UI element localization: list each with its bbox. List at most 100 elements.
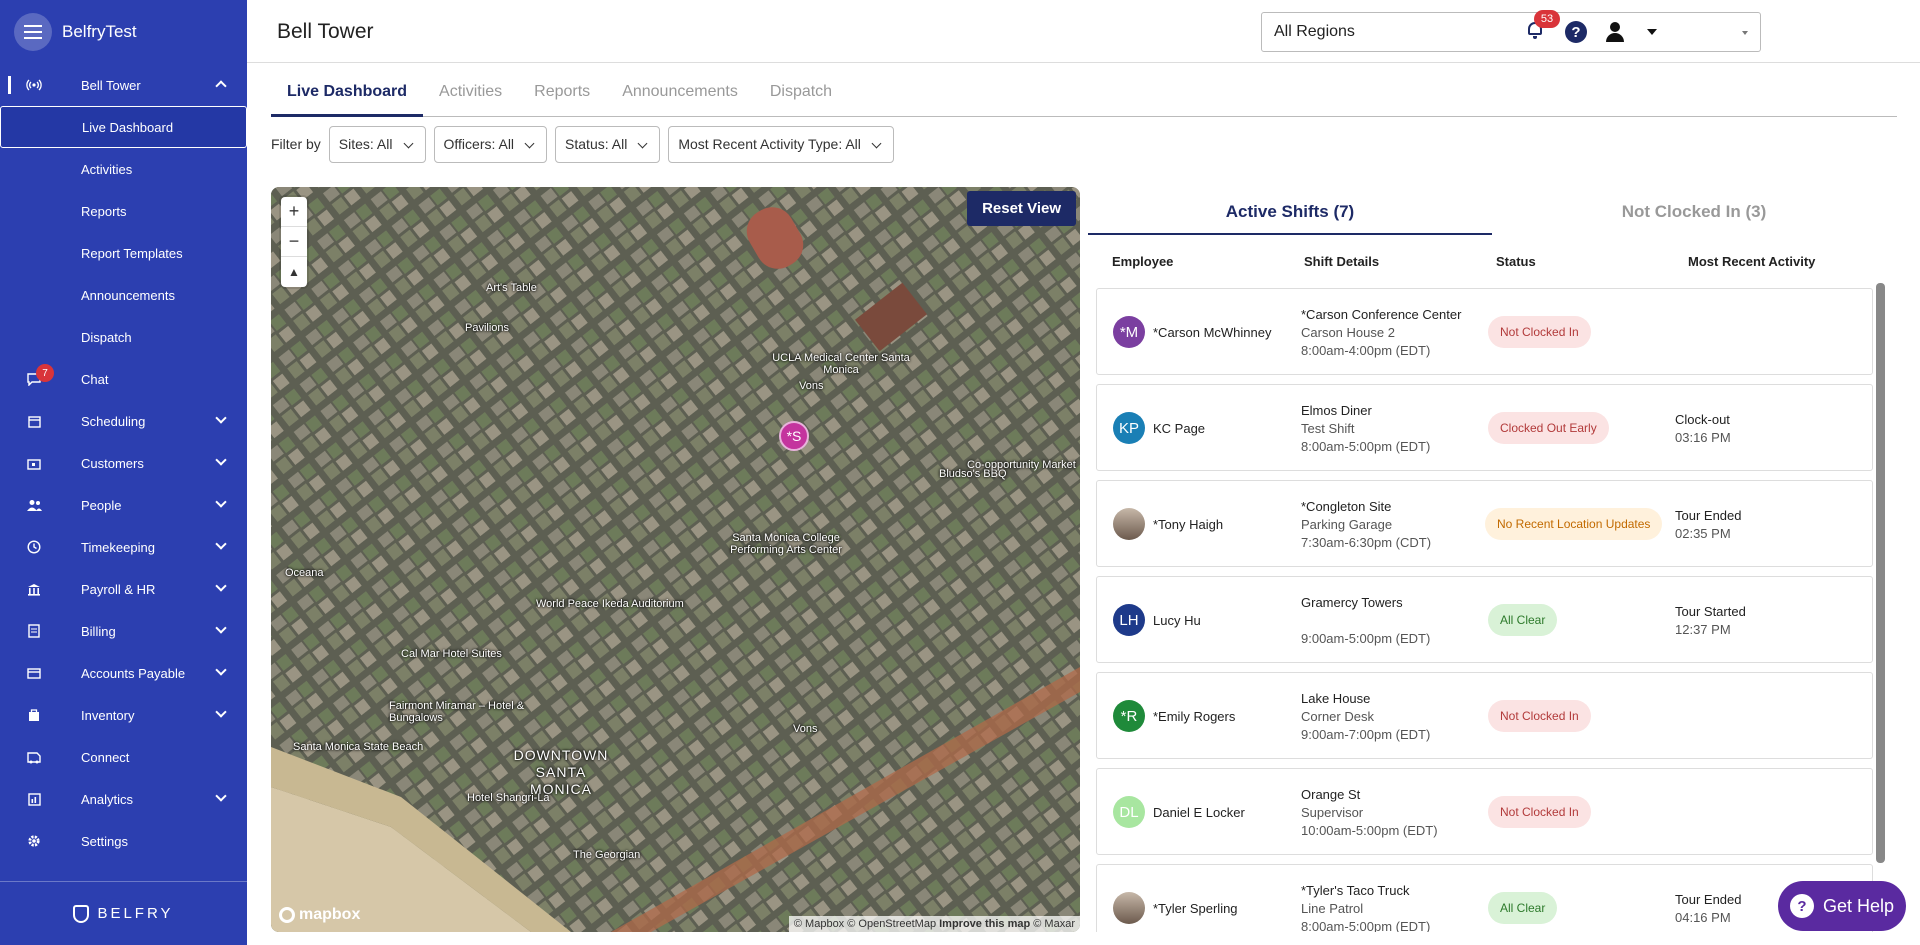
sidebar-subitem-live-dashboard[interactable]: Live Dashboard	[0, 106, 247, 148]
sidebar-item-connect[interactable]: Connect	[0, 736, 247, 778]
sidebar-item-payroll-hr[interactable]: Payroll & HR	[0, 568, 247, 610]
sidebar-item-timekeeping[interactable]: Timekeeping	[0, 526, 247, 568]
sidebar-item-people[interactable]: People	[0, 484, 247, 526]
filter-bar: Filter by Sites: All Officers: All Statu…	[271, 125, 902, 163]
sidebar-item-customers[interactable]: Customers	[0, 442, 247, 484]
map-label: Co-opportunity Market	[967, 459, 1076, 471]
chevron-down-icon	[215, 538, 227, 550]
tab-reports[interactable]: Reports	[518, 75, 606, 117]
officers-filter[interactable]: Officers: All	[433, 125, 548, 163]
activity-type: Clock-out	[1675, 412, 1730, 427]
sidebar-item-accounts-payable[interactable]: Accounts Payable	[0, 652, 247, 694]
employee-name[interactable]: *Emily Rogers	[1153, 709, 1235, 724]
shift-site: *Congleton Site	[1301, 499, 1392, 514]
shift-row[interactable]: KP KC Page Elmos Diner Test Shift 8:00am-5:0…	[1096, 384, 1873, 471]
map-label: Santa Monica State Beach	[293, 741, 424, 753]
zoom-out-button[interactable]: −	[281, 227, 307, 257]
tab-not-clocked-in[interactable]: Not Clocked In (3)	[1492, 190, 1896, 235]
region-select[interactable]: All Regions	[1261, 12, 1761, 52]
sidebar-subitem-announcements[interactable]: Announcements	[0, 274, 247, 316]
gear-icon	[26, 833, 42, 849]
shift-details: *Carson Conference Center Carson House 2 8…	[1301, 306, 1461, 360]
mapbox-logo: mapbox	[279, 906, 360, 924]
user-avatar-icon[interactable]	[1604, 21, 1626, 43]
shift-time: 8:00am-5:00pm (EDT)	[1301, 919, 1431, 932]
compass-icon[interactable]: ▲	[281, 257, 307, 287]
tab-activities[interactable]: Activities	[423, 75, 518, 117]
help-icon[interactable]: ?	[1565, 21, 1587, 43]
tab-dispatch[interactable]: Dispatch	[754, 75, 848, 117]
shift-row[interactable]: *M *Carson McWhinney *Carson Conference Ce…	[1096, 288, 1873, 375]
menu-toggle-button[interactable]	[14, 13, 52, 51]
sidebar-item-bell-tower[interactable]: Bell Tower	[0, 64, 247, 106]
shift-time: 8:00am-4:00pm (EDT)	[1301, 343, 1431, 358]
map-label: Santa Monica College Performing Arts Cen…	[730, 532, 842, 556]
sites-filter[interactable]: Sites: All	[328, 125, 426, 163]
attribution-copyright[interactable]: © Mapbox © OpenStreetMap	[794, 918, 936, 930]
tab-active-shifts[interactable]: Active Shifts (7)	[1088, 190, 1492, 235]
status-badge: Not Clocked In	[1488, 700, 1591, 732]
sidebar-item-chat[interactable]: Chat 7	[0, 358, 247, 400]
status-badge: Not Clocked In	[1488, 316, 1591, 348]
employee-name[interactable]: *Tony Haigh	[1153, 517, 1223, 532]
map-attribution: © Mapbox © OpenStreetMap Improve this ma…	[788, 916, 1080, 932]
chevron-down-icon	[215, 664, 227, 676]
sidebar-item-label: Connect	[81, 749, 130, 765]
chat-unread-badge: 7	[36, 364, 54, 382]
shift-list-scrollbar[interactable]	[1876, 283, 1885, 863]
sidebar-item-billing[interactable]: Billing	[0, 610, 247, 652]
user-menu-caret-icon[interactable]	[1647, 29, 1657, 35]
employee-name[interactable]: Lucy Hu	[1153, 613, 1201, 628]
employee-name[interactable]: *Carson McWhinney	[1153, 325, 1272, 340]
shift-row[interactable]: LH Lucy Hu Gramercy Towers 9:00am-5:00pm (E…	[1096, 576, 1873, 663]
shift-row[interactable]: *R *Emily Rogers Lake House Corner Desk 9:00…	[1096, 672, 1873, 759]
shift-details: Elmos Diner Test Shift 8:00am-5:00pm (EDT)	[1301, 402, 1430, 456]
activity-type-filter[interactable]: Most Recent Activity Type: All	[668, 125, 894, 163]
sidebar-subitem-activities[interactable]: Activities	[0, 148, 247, 190]
improve-map-link[interactable]: Improve this map	[939, 918, 1030, 930]
shift-row[interactable]: DL Daniel E Locker Orange St Supervisor 10:0…	[1096, 768, 1873, 855]
recent-activity: Tour Started 12:37 PM	[1675, 603, 1746, 639]
shift-time: 9:00am-7:00pm (EDT)	[1301, 727, 1431, 742]
sidebar-item-inventory[interactable]: Inventory	[0, 694, 247, 736]
sidebar-header: BelfryTest	[0, 0, 247, 64]
shift-site: Lake House	[1301, 691, 1371, 706]
tab-live-dashboard[interactable]: Live Dashboard	[271, 75, 424, 117]
employee-name[interactable]: Daniel E Locker	[1153, 805, 1245, 820]
sidebar-item-label: Settings	[81, 833, 128, 849]
analytics-icon	[26, 791, 42, 807]
status-filter[interactable]: Status: All	[555, 125, 661, 163]
attribution-maxar[interactable]: © Maxar	[1033, 918, 1075, 930]
shift-post: Test Shift	[1301, 421, 1355, 436]
sidebar-item-analytics[interactable]: Analytics	[0, 778, 247, 820]
tab-announcements[interactable]: Announcements	[606, 75, 754, 117]
shift-post: Carson House 2	[1301, 325, 1395, 340]
reset-view-button[interactable]: Reset View	[967, 191, 1076, 226]
recent-activity: Tour Ended 04:16 PM	[1675, 891, 1742, 927]
shift-time: 7:30am-6:30pm (CDT)	[1301, 535, 1432, 550]
zoom-in-button[interactable]: +	[281, 197, 307, 227]
live-map[interactable]: + − ▲ Reset View *S UCLA Medical Center …	[271, 187, 1080, 932]
shift-row[interactable]: *Tyler Sperling *Tyler's Taco Truck Line P…	[1096, 864, 1873, 932]
avatar: DL	[1113, 796, 1145, 828]
shift-time: 10:00am-5:00pm (EDT)	[1301, 823, 1438, 838]
sidebar-subitem-report-templates[interactable]: Report Templates	[0, 232, 247, 274]
map-label: Art's Table	[486, 282, 537, 294]
map-label: Fairmont Miramar – Hotel & Bungalows	[389, 700, 525, 724]
sidebar-item-scheduling[interactable]: Scheduling	[0, 400, 247, 442]
sidebar-subitem-reports[interactable]: Reports	[0, 190, 247, 232]
sidebar-subitem-dispatch[interactable]: Dispatch	[0, 316, 247, 358]
sidebar-item-settings[interactable]: Settings	[0, 820, 247, 862]
map-label: UCLA Medical Center Santa Monica	[772, 352, 910, 376]
employee-name[interactable]: KC Page	[1153, 421, 1205, 436]
officer-map-marker[interactable]: *S	[779, 421, 809, 451]
sidebar-item-label: Chat	[81, 371, 109, 387]
get-help-button[interactable]: ? Get Help	[1778, 881, 1906, 931]
shift-time: 8:00am-5:00pm (EDT)	[1301, 439, 1431, 454]
map-label: The Georgian	[573, 849, 641, 861]
employee-name[interactable]: *Tyler Sperling	[1153, 901, 1238, 916]
map-label: Pavilions	[465, 322, 510, 334]
hamburger-icon	[24, 25, 42, 39]
shift-site: Orange St	[1301, 787, 1361, 802]
shift-row[interactable]: *Tony Haigh *Congleton Site Parking Garage…	[1096, 480, 1873, 567]
